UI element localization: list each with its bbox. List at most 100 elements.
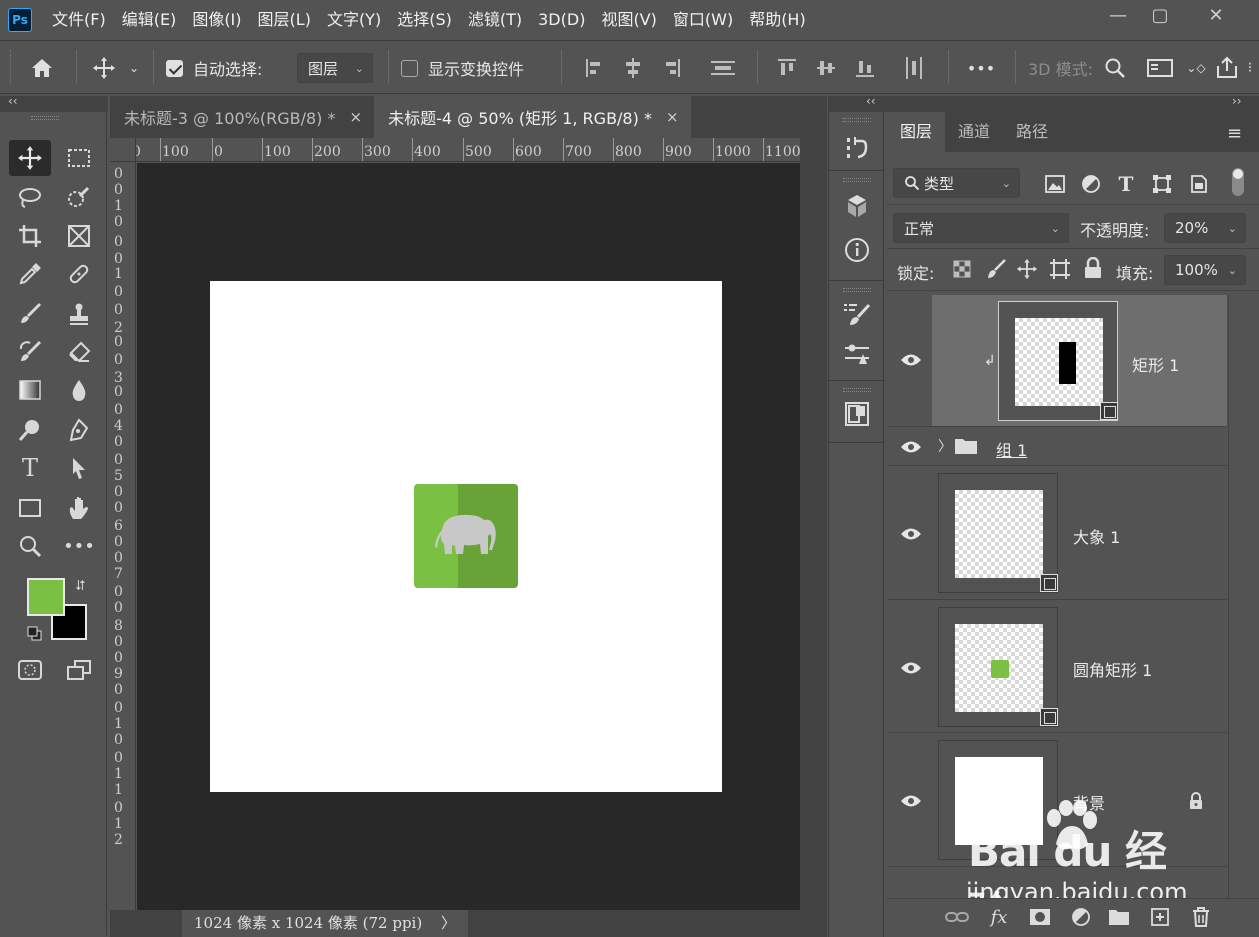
vertical-scrollbar[interactable] — [800, 138, 827, 910]
panel-menu-icon[interactable]: ≡ — [1227, 123, 1242, 144]
crop-tool-icon[interactable] — [9, 218, 51, 254]
more-tools-icon[interactable]: ••• — [58, 528, 100, 564]
tab-paths[interactable]: 路径 — [1003, 112, 1061, 152]
document-info[interactable]: 1024 像素 x 1024 像素 (72 ppi) 〉 — [182, 910, 469, 937]
lasso-tool-icon[interactable] — [9, 180, 51, 216]
new-group-icon[interactable] — [1106, 905, 1132, 929]
menu-edit[interactable]: 编辑(E) — [114, 0, 185, 40]
options-overflow-icon[interactable]: ⁝ — [1244, 55, 1256, 81]
smart-object-filter-icon[interactable] — [1186, 172, 1212, 196]
menu-type[interactable]: 文字(Y) — [319, 0, 389, 40]
lock-position-icon[interactable] — [1016, 258, 1038, 280]
align-top-icon[interactable] — [775, 55, 799, 81]
swap-colors-icon[interactable]: ⮃ — [75, 578, 86, 594]
menu-image[interactable]: 图像(I) — [184, 0, 249, 40]
layer-group-row[interactable]: 〉 组 1 — [888, 428, 1227, 466]
move-tool-icon[interactable] — [9, 140, 51, 176]
menu-layer[interactable]: 图层(L) — [250, 0, 319, 40]
history-panel-icon[interactable] — [841, 132, 873, 164]
blur-tool-icon[interactable] — [58, 372, 100, 408]
foreground-color-swatch[interactable] — [27, 578, 65, 616]
fill-input[interactable]: 100% ⌄ — [1164, 255, 1246, 285]
expand-panels-icon[interactable]: ›› — [1232, 94, 1242, 108]
layer-row[interactable]: 圆角矩形 1 — [888, 601, 1227, 733]
adjustments-icon[interactable] — [841, 338, 873, 370]
visibility-eye-icon[interactable] — [900, 353, 922, 371]
quick-selection-tool-icon[interactable] — [58, 180, 100, 216]
workspace-chevron-icon[interactable]: ⌄◇ — [1184, 55, 1208, 81]
lock-artboard-icon[interactable] — [1049, 258, 1071, 280]
layer-filter-kind-dropdown[interactable]: 类型 ⌄ — [893, 168, 1020, 198]
menu-3d[interactable]: 3D(D) — [530, 0, 593, 40]
menu-file[interactable]: 文件(F) — [44, 0, 114, 40]
show-transform-checkbox[interactable] — [401, 60, 418, 77]
layer-row[interactable]: ↲ 矩形 1 — [888, 295, 1227, 427]
close-icon[interactable]: × — [350, 108, 363, 126]
default-colors-icon[interactable] — [27, 626, 43, 642]
visibility-eye-icon[interactable] — [900, 440, 922, 458]
dodge-tool-icon[interactable] — [9, 412, 51, 448]
rectangle-tool-icon[interactable] — [9, 490, 51, 526]
eyedropper-tool-icon[interactable] — [9, 256, 51, 292]
info-icon[interactable] — [841, 234, 873, 266]
share-icon[interactable] — [1213, 55, 1241, 81]
align-right-icon[interactable] — [660, 55, 684, 81]
zoom-tool-icon[interactable] — [9, 528, 51, 564]
marquee-tool-icon[interactable] — [58, 140, 100, 176]
align-center-icon[interactable] — [621, 55, 645, 81]
lock-transparent-pixels-icon[interactable] — [953, 260, 971, 278]
brush-tool-icon[interactable] — [9, 296, 51, 332]
libraries-icon[interactable] — [841, 398, 873, 430]
home-icon[interactable] — [28, 55, 56, 81]
delete-layer-icon[interactable] — [1188, 905, 1214, 929]
menu-window[interactable]: 窗口(W) — [665, 0, 741, 40]
collapse-dock-icon[interactable]: ‹‹ — [866, 94, 876, 108]
history-brush-tool-icon[interactable] — [9, 334, 51, 370]
tab-layers[interactable]: 图层 — [887, 112, 946, 152]
path-selection-tool-icon[interactable] — [58, 450, 100, 486]
quick-mask-icon[interactable] — [9, 652, 51, 688]
distribute-vertical-icon[interactable] — [709, 55, 737, 81]
visibility-eye-icon[interactable] — [900, 661, 922, 679]
status-menu-arrow-icon[interactable]: 〉 — [441, 914, 456, 932]
clone-stamp-tool-icon[interactable] — [58, 296, 100, 332]
tool-preset-chevron-icon[interactable]: ⌄ — [126, 55, 142, 81]
layer-name[interactable]: 矩形 1 — [1132, 352, 1179, 376]
visibility-eye-icon[interactable] — [900, 794, 922, 812]
align-middle-icon[interactable] — [814, 55, 838, 81]
brush-settings-icon[interactable] — [841, 298, 873, 330]
tab-untitled-4[interactable]: 未标题-4 @ 50% (矩形 1, RGB/8) * × — [374, 96, 691, 138]
link-layers-icon[interactable] — [944, 905, 970, 929]
layer-name[interactable]: 组 1 — [996, 437, 1027, 461]
layer-name[interactable]: 圆角矩形 1 — [1073, 657, 1152, 681]
workspace-icon[interactable] — [1146, 55, 1174, 81]
menu-filter[interactable]: 滤镜(T) — [460, 0, 530, 40]
move-tool-icon[interactable] — [90, 55, 118, 81]
type-tool-icon[interactable]: T — [9, 450, 51, 486]
shape-layer-filter-icon[interactable] — [1149, 172, 1175, 196]
align-bottom-icon[interactable] — [853, 55, 877, 81]
collapse-toolbar-icon[interactable]: ‹‹ — [8, 94, 18, 108]
expand-group-chevron-icon[interactable]: 〉 — [938, 436, 952, 456]
tab-channels[interactable]: 通道 — [945, 112, 1003, 152]
align-left-icon[interactable] — [582, 55, 606, 81]
auto-select-target-dropdown[interactable]: 图层 ⌄ — [297, 53, 373, 83]
lock-all-icon[interactable] — [1083, 256, 1105, 279]
gradient-tool-icon[interactable] — [9, 372, 51, 408]
layer-row[interactable]: 大象 1 — [888, 467, 1227, 600]
pixel-layer-filter-icon[interactable] — [1042, 172, 1068, 196]
lock-image-pixels-icon[interactable] — [985, 258, 1007, 280]
filter-toggle-switch[interactable] — [1232, 168, 1244, 196]
close-button[interactable]: ✕ — [1192, 0, 1240, 30]
auto-select-checkbox[interactable] — [166, 60, 183, 77]
blend-mode-dropdown[interactable]: 正常 ⌄ — [893, 213, 1069, 243]
frame-tool-icon[interactable] — [58, 218, 100, 254]
add-mask-icon[interactable] — [1027, 905, 1053, 929]
eraser-tool-icon[interactable] — [58, 334, 100, 370]
adjustment-layer-filter-icon[interactable] — [1078, 172, 1104, 196]
close-icon[interactable]: × — [666, 108, 679, 126]
layer-name[interactable]: 大象 1 — [1073, 524, 1120, 548]
new-adjustment-layer-icon[interactable] — [1068, 905, 1094, 929]
type-layer-filter-icon[interactable]: T — [1113, 172, 1139, 196]
more-options-icon[interactable]: ••• — [966, 55, 996, 81]
